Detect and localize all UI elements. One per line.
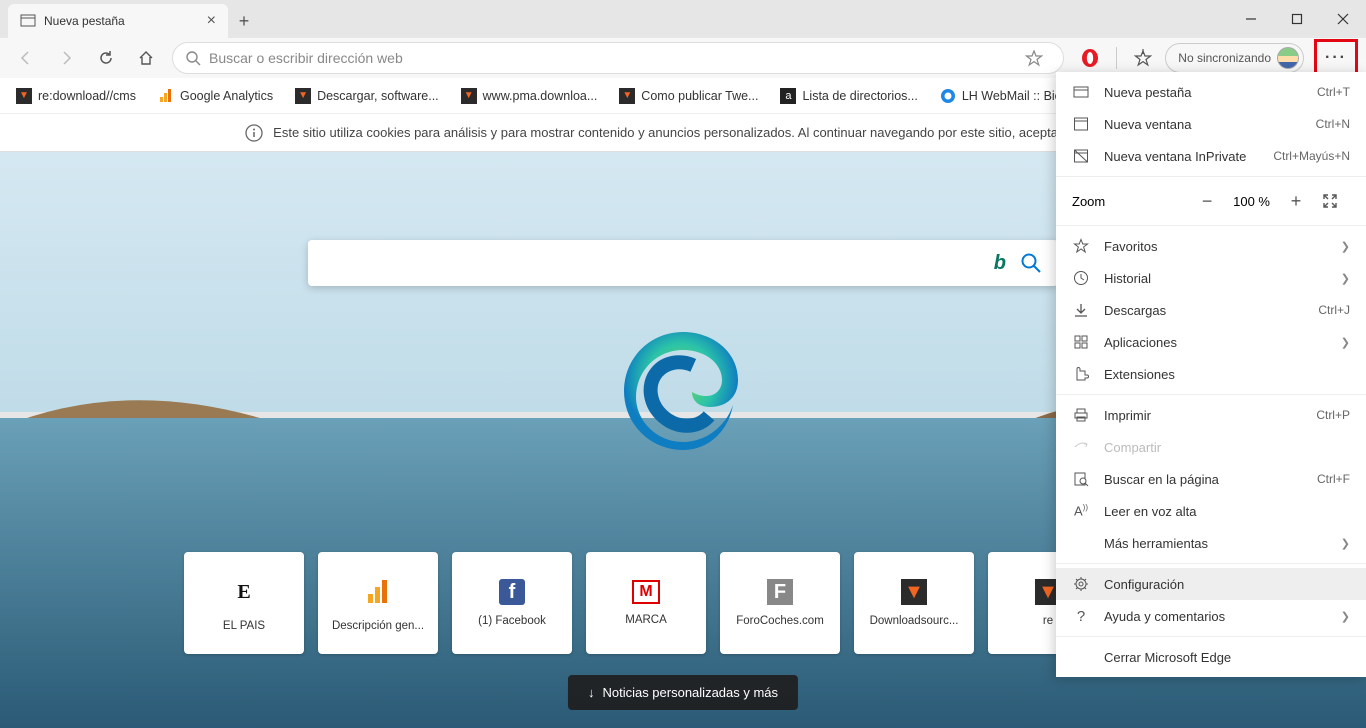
print-icon [1072, 407, 1090, 423]
address-bar[interactable]: Buscar o escribir dirección web [172, 42, 1064, 74]
tile-item[interactable]: EEL PAÍS [184, 552, 304, 654]
menu-extensions[interactable]: Extensiones [1056, 358, 1366, 390]
address-placeholder: Buscar o escribir dirección web [209, 50, 1025, 66]
chevron-right-icon: ❯ [1341, 272, 1350, 285]
bookmark-item[interactable]: ▼Como publicar Twe... [611, 84, 766, 108]
opera-extension-icon[interactable] [1072, 40, 1108, 76]
fullscreen-button[interactable] [1322, 193, 1350, 209]
chevron-right-icon: ❯ [1341, 537, 1350, 550]
tab-title: Nueva pestaña [44, 14, 125, 28]
chevron-right-icon: ❯ [1341, 610, 1350, 623]
sync-label: No sincronizando [1178, 51, 1271, 65]
bookmark-item[interactable]: aLista de directorios... [772, 84, 925, 108]
menu-downloads[interactable]: DescargasCtrl+J [1056, 294, 1366, 326]
refresh-button[interactable] [88, 40, 124, 76]
separator [1056, 394, 1366, 395]
titlebar: Nueva pestaña × + [0, 0, 1366, 38]
tile-item[interactable]: Descripción gen... [318, 552, 438, 654]
window-controls [1228, 0, 1366, 38]
star-icon [1072, 238, 1090, 254]
extensions-icon [1072, 366, 1090, 382]
tab-close-icon[interactable]: × [207, 12, 216, 30]
menu-new-tab[interactable]: Nueva pestañaCtrl+T [1056, 76, 1366, 108]
menu-more-tools[interactable]: Más herramientas❯ [1056, 527, 1366, 559]
bookmark-item[interactable]: ▼www.pma.downloa... [453, 84, 606, 108]
bookmark-item[interactable]: ▼re:download//cms [8, 84, 144, 108]
menu-close-edge[interactable]: Cerrar Microsoft Edge [1056, 641, 1366, 673]
tile-icon: M [632, 580, 660, 604]
separator [1056, 176, 1366, 177]
download-icon [1072, 302, 1090, 318]
back-button[interactable] [8, 40, 44, 76]
chevron-right-icon: ❯ [1341, 336, 1350, 349]
menu-help[interactable]: ?Ayuda y comentarios❯ [1056, 600, 1366, 632]
bookmark-item[interactable]: ▼Descargar, software... [287, 84, 447, 108]
tab-favicon [20, 13, 36, 29]
inprivate-icon [1072, 148, 1090, 164]
arrow-down-icon: ↓ [588, 685, 595, 700]
separator [1116, 47, 1117, 69]
new-tab-icon [1072, 84, 1090, 100]
share-icon [1072, 439, 1090, 455]
forward-button[interactable] [48, 40, 84, 76]
menu-find[interactable]: Buscar en la páginaCtrl+F [1056, 463, 1366, 495]
menu-settings[interactable]: Configuración [1056, 568, 1366, 600]
search-icon [185, 50, 201, 66]
tile-icon: F [767, 579, 793, 605]
zoom-value: 100 % [1233, 194, 1270, 209]
avatar-icon [1277, 47, 1299, 69]
collections-icon[interactable] [1125, 40, 1161, 76]
menu-favorites[interactable]: Favoritos❯ [1056, 230, 1366, 262]
menu-history[interactable]: Historial❯ [1056, 262, 1366, 294]
menu-apps[interactable]: Aplicaciones❯ [1056, 326, 1366, 358]
tile-item[interactable]: ▼Downloadsourc... [854, 552, 974, 654]
tile-icon: E [226, 574, 262, 610]
tile-icon: f [499, 579, 525, 605]
menu-new-inprivate[interactable]: Nueva ventana InPrivateCtrl+Mayús+N [1056, 140, 1366, 172]
new-window-icon [1072, 116, 1090, 132]
tile-item[interactable]: FForoCoches.com [720, 552, 840, 654]
menu-share: Compartir [1056, 431, 1366, 463]
tile-item[interactable]: f(1) Facebook [452, 552, 572, 654]
find-icon [1072, 471, 1090, 487]
home-button[interactable] [128, 40, 164, 76]
tile-icon: ▼ [901, 579, 927, 605]
menu-zoom: Zoom − 100 % + [1056, 181, 1366, 221]
search-box[interactable]: b [308, 240, 1058, 286]
menu-new-window[interactable]: Nueva ventanaCtrl+N [1056, 108, 1366, 140]
new-tab-button[interactable]: + [228, 4, 260, 38]
tile-item[interactable]: MMARCA [586, 552, 706, 654]
close-window-button[interactable] [1320, 0, 1366, 38]
quick-links: EEL PAÍS Descripción gen... f(1) Faceboo… [184, 552, 1182, 654]
bookmark-item[interactable]: Google Analytics [150, 84, 281, 108]
read-aloud-icon: A)) [1072, 503, 1090, 518]
bing-icon: b [994, 252, 1006, 275]
favorite-star-icon[interactable] [1025, 49, 1051, 67]
zoom-in-button[interactable]: + [1282, 191, 1310, 212]
gear-icon [1072, 576, 1090, 592]
news-button[interactable]: ↓ Noticias personalizadas y más [568, 675, 798, 710]
search-icon[interactable] [1020, 252, 1042, 274]
separator [1056, 563, 1366, 564]
history-icon [1072, 270, 1090, 286]
separator [1056, 225, 1366, 226]
separator [1056, 636, 1366, 637]
menu-print[interactable]: ImprimirCtrl+P [1056, 399, 1366, 431]
apps-icon [1072, 334, 1090, 350]
tab-current[interactable]: Nueva pestaña × [8, 4, 228, 38]
cookie-text: Este sitio utiliza cookies para análisis… [273, 125, 1121, 140]
minimize-button[interactable] [1228, 0, 1274, 38]
tile-icon [360, 574, 396, 610]
maximize-button[interactable] [1274, 0, 1320, 38]
app-menu: Nueva pestañaCtrl+T Nueva ventanaCtrl+N … [1056, 72, 1366, 677]
chevron-right-icon: ❯ [1341, 240, 1350, 253]
help-icon: ? [1072, 608, 1090, 625]
info-icon [245, 124, 263, 142]
sync-profile-button[interactable]: No sincronizando [1165, 43, 1304, 73]
zoom-out-button[interactable]: − [1193, 191, 1221, 212]
edge-logo [618, 322, 748, 452]
menu-read-aloud[interactable]: A))Leer en voz alta [1056, 495, 1366, 527]
